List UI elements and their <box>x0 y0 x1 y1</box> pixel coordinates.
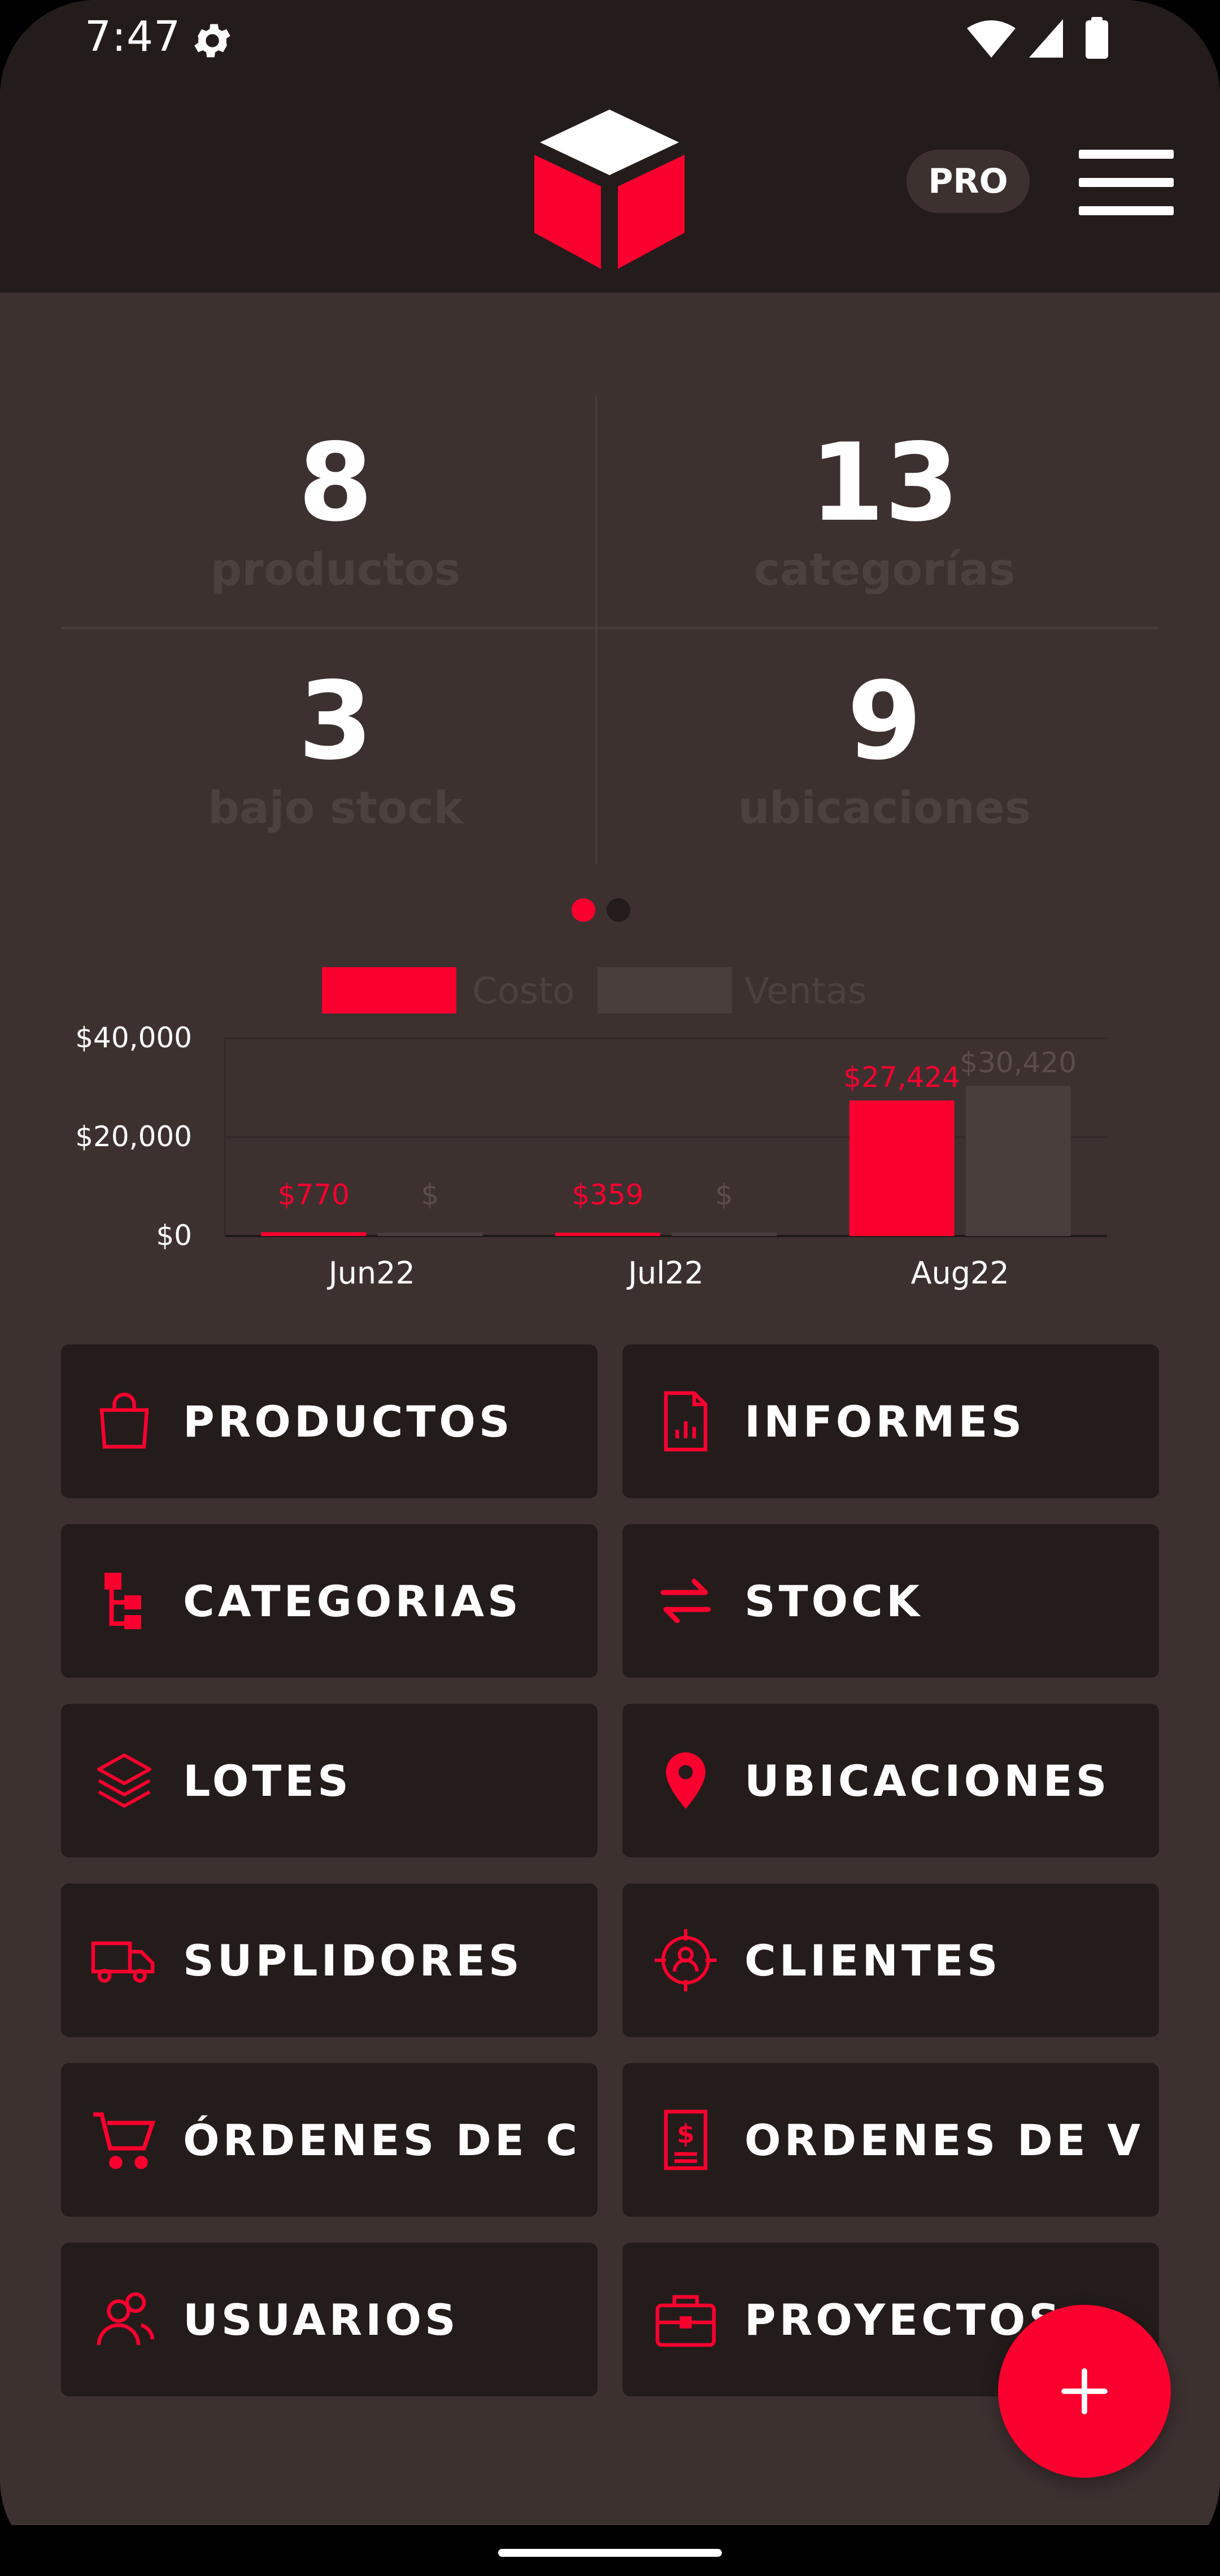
x-tick-label: Aug22 <box>911 1255 1009 1291</box>
menu-button-usuarios[interactable]: USUARIOS <box>61 2243 598 2396</box>
page-dot-active[interactable] <box>572 898 595 922</box>
stat-value: 8 <box>298 420 373 545</box>
page-dot[interactable] <box>607 898 630 922</box>
status-icons <box>967 17 1108 59</box>
bar-ventas-jun22 <box>377 1233 483 1236</box>
layers-icon <box>97 1753 151 1808</box>
menu-button-suplidores[interactable]: SUPLIDORES <box>61 1883 598 2037</box>
y-tick-label: $20,000 <box>75 1120 192 1153</box>
menu-button-label: PRODUCTOS <box>183 1396 513 1447</box>
menu-button-clientes[interactable]: CLIENTES <box>622 1883 1159 2037</box>
client-target-icon <box>655 1929 717 1991</box>
briefcase-icon <box>655 2295 716 2347</box>
bar-costo-jun22 <box>261 1232 367 1236</box>
settings-gear-icon <box>194 24 230 58</box>
menu-button-label: SUPLIDORES <box>183 1935 523 1986</box>
stat-value: 9 <box>847 659 922 784</box>
transfer-arrows-icon <box>660 1578 711 1624</box>
stat-label: bajo stock <box>208 783 463 834</box>
y-tick-label: $0 <box>156 1219 192 1252</box>
y-tick-label: $40,000 <box>75 1021 192 1054</box>
cube-logo <box>534 110 685 269</box>
shopping-bag-icon <box>99 1393 149 1449</box>
plus-icon <box>1061 2368 1108 2414</box>
menu-button-categorias[interactable]: CATEGORIAS <box>61 1524 598 1678</box>
wifi-icon <box>967 20 1016 58</box>
report-document-icon <box>664 1391 708 1452</box>
bar-chart: $0 $20,000 $40,000 Jun22 $770 $ Jul22 $359 $ Aug2… <box>75 1021 1107 1291</box>
data-label: $359 <box>572 1178 643 1211</box>
cellular-signal-icon <box>1029 19 1063 58</box>
location-pin-icon <box>666 1752 705 1809</box>
battery-icon <box>1086 17 1108 59</box>
stat-categorias[interactable]: 13 categorías <box>610 420 1159 596</box>
users-icon <box>97 2292 155 2346</box>
menu-button-stock[interactable]: STOCK <box>622 1524 1159 1678</box>
menu-button-label: STOCK <box>744 1576 923 1626</box>
phone-screen: 7:47 PRO 8 productos 13 categorías 3 baj… <box>0 0 1220 2576</box>
pro-badge[interactable]: PRO <box>907 150 1030 213</box>
stats-horizontal-divider <box>61 627 1159 629</box>
data-label: $770 <box>278 1178 350 1211</box>
add-fab-button[interactable] <box>998 2305 1171 2478</box>
x-tick-label: Jul22 <box>626 1255 704 1291</box>
stats-panel: 8 productos 13 categorías 3 bajo stock 9… <box>61 390 1159 864</box>
stat-productos[interactable]: 8 productos <box>61 420 610 596</box>
menu-button-label: ÓRDENES DE CO <box>183 2114 578 2165</box>
data-label: $ <box>715 1178 733 1211</box>
invoice-dollar-icon: $ <box>664 2109 708 2170</box>
menu-button-productos[interactable]: PRODUCTOS <box>61 1344 598 1498</box>
shopping-cart-icon <box>93 2112 156 2169</box>
data-label: $ <box>421 1178 439 1211</box>
svg-text:$: $ <box>677 2119 694 2149</box>
page-indicator <box>572 898 639 926</box>
app-bar: PRO <box>0 73 1220 293</box>
stat-value: 3 <box>298 659 373 784</box>
menu-button-label: CATEGORIAS <box>183 1576 522 1626</box>
menu-button-label: ORDENES DE VEI <box>744 2114 1140 2165</box>
menu-button-lotes[interactable]: LOTES <box>61 1704 598 1857</box>
home-indicator[interactable] <box>498 2549 722 2557</box>
menu-button-ordenes-venta[interactable]: $ ORDENES DE VEI <box>622 2063 1159 2217</box>
menu-button-label: INFORMES <box>744 1396 1026 1447</box>
delivery-truck-icon <box>91 1941 155 1983</box>
data-label: $30,420 <box>960 1046 1077 1079</box>
stat-bajo-stock[interactable]: 3 bajo stock <box>61 668 610 834</box>
bar-costo-aug22 <box>849 1100 955 1236</box>
stat-label: categorías <box>753 545 1016 595</box>
menu-button-ubicaciones[interactable]: UBICACIONES <box>622 1704 1159 1857</box>
bar-costo-jul22 <box>555 1233 660 1236</box>
status-bar: 7:47 <box>0 0 1220 73</box>
status-time: 7:47 <box>85 12 181 61</box>
menu-button-ordenes-compra[interactable]: ÓRDENES DE CO <box>61 2063 598 2217</box>
data-label: $27,424 <box>843 1061 960 1094</box>
x-tick-label: Jun22 <box>327 1255 415 1291</box>
bar-ventas-jul22 <box>672 1233 777 1236</box>
stat-value: 13 <box>809 420 960 545</box>
menu-button-label: UBICACIONES <box>744 1755 1110 1806</box>
category-tree-icon <box>104 1573 141 1629</box>
hamburger-menu-icon[interactable] <box>1079 150 1175 215</box>
menu-button-label: USUARIOS <box>183 2294 459 2345</box>
menu-button-label: CLIENTES <box>744 1935 1001 1986</box>
menu-button-label: LOTES <box>183 1755 352 1806</box>
menu-button-informes[interactable]: INFORMES <box>622 1344 1159 1498</box>
stat-ubicaciones[interactable]: 9 ubicaciones <box>610 668 1159 834</box>
stat-label: productos <box>210 545 461 595</box>
bar-ventas-aug22 <box>965 1085 1071 1236</box>
stat-label: ubicaciones <box>738 783 1031 834</box>
